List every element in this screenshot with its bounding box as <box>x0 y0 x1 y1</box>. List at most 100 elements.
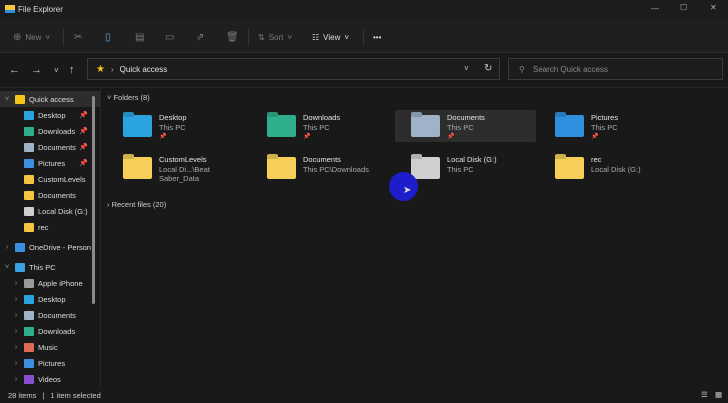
plus-circle-icon: ⊕ <box>13 31 22 43</box>
folder-icon <box>24 222 34 232</box>
chevron-down-icon: ˅ <box>45 32 51 42</box>
chevron-down-icon: ˅ <box>344 32 350 42</box>
copy-button[interactable]: ▯ <box>105 29 111 45</box>
chevron-right-icon[interactable]: › <box>12 312 20 319</box>
view-button[interactable]: ☷ View ˅ <box>312 29 349 45</box>
folder-tile[interactable]: Desktop This PC 📌 <box>107 110 248 142</box>
details-view-button[interactable]: ☰ <box>701 390 708 399</box>
pin-icon: 📌 <box>79 112 88 119</box>
sidebar-item[interactable]: ˅ Quick access <box>0 91 100 107</box>
sidebar-item-label: Documents <box>38 142 76 152</box>
folder-tile[interactable]: Documents This PC\Downloads <box>251 152 392 184</box>
refresh-button[interactable]: ↻ <box>484 63 492 74</box>
paste-button[interactable]: ▤ <box>135 29 144 45</box>
sidebar-item[interactable]: › Downloads <box>0 323 100 339</box>
folder-location: This PC <box>447 123 474 132</box>
forward-button[interactable]: → <box>31 64 42 76</box>
sidebar-item-label: Pictures <box>38 358 66 368</box>
folder-tile[interactable]: rec Local Disk (G:) <box>539 152 680 184</box>
sidebar-item[interactable]: › Videos <box>0 371 100 387</box>
sidebar-item-label: CustomLevels <box>38 174 86 184</box>
sidebar-item[interactable]: Pictures 📌 <box>0 155 100 171</box>
sidebar-item[interactable]: › Music <box>0 339 100 355</box>
up-button[interactable]: ↑ <box>69 64 75 76</box>
folder-icon <box>15 262 25 272</box>
divider <box>63 28 64 46</box>
delete-button[interactable]: 🗑 <box>226 29 239 45</box>
sidebar-item-label: Downloads <box>38 326 76 336</box>
sidebar-item[interactable]: Documents 📌 <box>0 139 100 155</box>
sidebar-item[interactable]: ˅ This PC <box>0 259 100 275</box>
close-button[interactable]: ✕ <box>710 3 717 12</box>
sidebar-item[interactable]: › OneDrive - Person <box>0 239 100 255</box>
recent-header-label: Recent files (20) <box>111 200 167 209</box>
chevron-right-icon[interactable]: › <box>12 280 20 287</box>
sort-label: Sort <box>268 32 284 42</box>
new-button[interactable]: ⊕ New ˅ <box>13 29 50 45</box>
sidebar-item[interactable]: › Documents <box>0 307 100 323</box>
sidebar-item-label: Music <box>38 342 58 352</box>
rename-button[interactable]: ▭ <box>165 29 174 45</box>
more-options-button[interactable]: ••• <box>373 29 381 45</box>
sort-button[interactable]: ⇅ Sort ˅ <box>258 29 292 45</box>
sidebar-item[interactable]: Desktop 📌 <box>0 107 100 123</box>
chevron-right-icon[interactable]: › <box>12 376 20 383</box>
search-input[interactable]: ⚲ Search Quick access <box>508 58 723 80</box>
sidebar-item-label: Pictures <box>38 158 66 168</box>
pin-icon: 📌 <box>303 134 311 140</box>
chevron-down-icon[interactable]: ˅ <box>3 96 11 103</box>
pin-icon: 📌 <box>159 134 167 140</box>
sidebar-item[interactable]: › Desktop <box>0 291 100 307</box>
sidebar-item-label: Apple iPhone <box>38 278 83 288</box>
sidebar-scrollbar[interactable] <box>92 96 95 304</box>
sidebar-item[interactable]: CustomLevels <box>0 171 100 187</box>
maximize-button[interactable]: ☐ <box>680 3 687 12</box>
cut-button[interactable]: ✂ <box>74 29 82 45</box>
folders-section-header[interactable]: ˅ Folders (8) <box>107 93 150 102</box>
folder-icon <box>123 157 152 179</box>
breadcrumb-quick-access[interactable]: Quick access <box>120 65 168 74</box>
chevron-right-icon[interactable]: › <box>12 344 20 351</box>
chevron-right-icon[interactable]: › <box>12 360 20 367</box>
pane-divider <box>100 88 101 388</box>
sidebar-item[interactable]: Documents <box>0 187 100 203</box>
recent-files-section-header[interactable]: › Recent files (20) <box>107 200 166 209</box>
sidebar-item[interactable]: › Pictures <box>0 355 100 371</box>
address-bar[interactable]: ★ › Quick access ˅ <box>87 58 500 80</box>
pin-icon: 📌 <box>79 128 88 135</box>
recent-locations-button[interactable]: ˅ <box>54 66 59 75</box>
view-icon: ☷ <box>312 32 320 42</box>
chevron-down-icon[interactable]: ˅ <box>3 264 11 271</box>
folders-header-label: Folders (8) <box>113 93 150 102</box>
folder-location: This PC <box>447 165 474 174</box>
rename-icon: ▭ <box>165 31 175 43</box>
navigation-pane: ˅ Quick access Desktop 📌 Downloads 📌 Documents… <box>0 91 100 387</box>
folder-icon <box>24 374 34 384</box>
folder-location: This PC\Downloads <box>303 165 369 174</box>
sidebar-item-label: rec <box>38 222 49 232</box>
minimize-button[interactable]: — <box>651 4 659 13</box>
folder-tile[interactable]: CustomLevels Local Di...\Beat Saber_Data <box>107 152 248 184</box>
folder-tile[interactable]: Documents This PC 📌 <box>395 110 536 142</box>
folder-name: Desktop <box>159 113 187 122</box>
folder-icon <box>24 342 34 352</box>
sidebar-item[interactable]: rec <box>0 219 100 235</box>
command-bar: ⊕ New ˅ ✂ ▯ ▤ ▭ ⇗ 🗑 ⇅ Sort ˅ ☷ View ˅ ••• <box>0 20 728 53</box>
folder-tile[interactable]: Pictures This PC 📌 <box>539 110 680 142</box>
share-button[interactable]: ⇗ <box>196 29 204 45</box>
chevron-right-icon[interactable]: › <box>12 296 20 303</box>
address-dropdown-icon[interactable]: ˅ <box>464 64 469 73</box>
star-icon: ★ <box>96 63 105 75</box>
folder-icon <box>267 115 296 137</box>
back-button[interactable]: ← <box>9 64 20 76</box>
more-icon: ••• <box>373 32 382 42</box>
chevron-right-icon[interactable]: › <box>12 328 20 335</box>
sidebar-item[interactable]: Local Disk (G:) <box>0 203 100 219</box>
folder-icon <box>24 190 34 200</box>
chevron-right-icon[interactable]: › <box>3 244 11 251</box>
sidebar-item[interactable]: Downloads 📌 <box>0 123 100 139</box>
folder-icon <box>24 358 34 368</box>
tiles-view-button[interactable]: ▦ <box>715 390 722 399</box>
folder-tile[interactable]: Downloads This PC 📌 <box>251 110 392 142</box>
sidebar-item[interactable]: › Apple iPhone <box>0 275 100 291</box>
